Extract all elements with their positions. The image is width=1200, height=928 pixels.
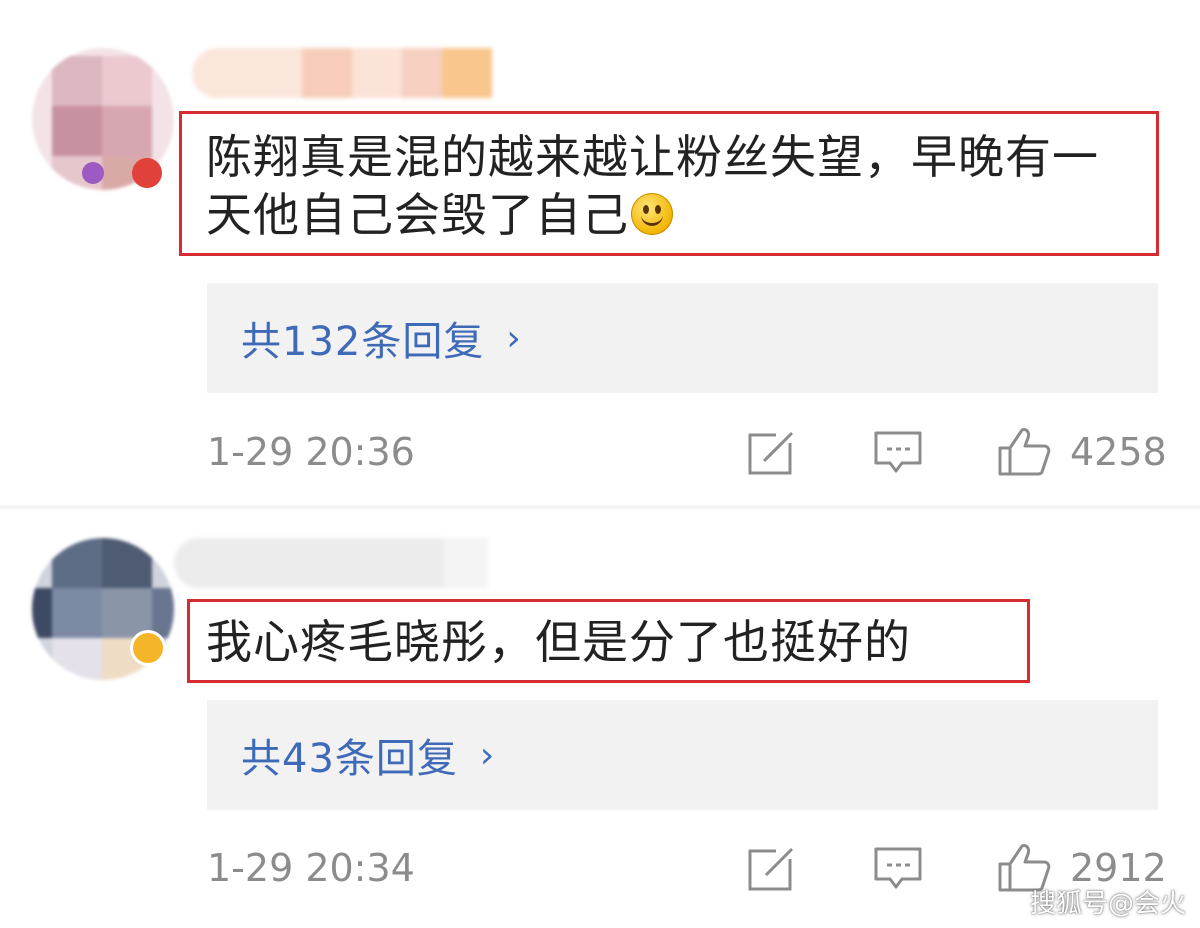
verified-badge-icon [132,158,162,188]
comment-timestamp: 1-29 20:36 [207,430,415,474]
divider [0,505,1200,509]
username-blurred[interactable] [192,48,492,98]
comment-item: 我心疼毛晓彤，但是分了也挺好的 共43条回复 › 1-29 20:34 2912 [0,510,1200,928]
replies-count-label: 共132条回复 [241,319,485,365]
like-count: 4258 [1070,430,1167,474]
source-watermark: 搜狐号@会火 [1029,889,1186,919]
username-blurred[interactable] [174,538,488,588]
comment-text-line: 天他自己会毁了自己 [206,186,1099,244]
comment-timestamp: 1-29 20:34 [207,846,415,890]
thumbs-up-icon[interactable] [996,424,1052,478]
verified-badge-icon [130,630,166,666]
chevron-right-icon: › [479,734,495,776]
comment-text-line2: 天他自己会毁了自己 [206,188,629,242]
comment-bubble-icon[interactable] [872,843,924,895]
replies-count-label: 共43条回复 [241,736,458,782]
avatar-decoration-icon [82,162,104,184]
comment-text: 陈翔真是混的越来越让粉丝失望，早晚有一 天他自己会毁了自己 [206,128,1099,244]
chevron-right-icon: › [506,317,521,359]
share-icon[interactable] [746,843,798,895]
comment-text-line: 我心疼毛晓彤，但是分了也挺好的 [206,615,911,669]
share-icon[interactable] [746,427,798,479]
view-replies-link[interactable]: 共132条回复 › [207,283,1158,393]
view-replies-link[interactable]: 共43条回复 › [207,700,1158,810]
comment-text: 我心疼毛晓彤，但是分了也挺好的 [206,613,911,671]
comment-text-line: 陈翔真是混的越来越让粉丝失望，早晚有一 [206,130,1099,184]
comment-item: 陈翔真是混的越来越让粉丝失望，早晚有一 天他自己会毁了自己 共132条回复 › … [0,0,1200,505]
smile-emoji-icon [631,193,673,235]
comment-bubble-icon[interactable] [872,427,924,479]
